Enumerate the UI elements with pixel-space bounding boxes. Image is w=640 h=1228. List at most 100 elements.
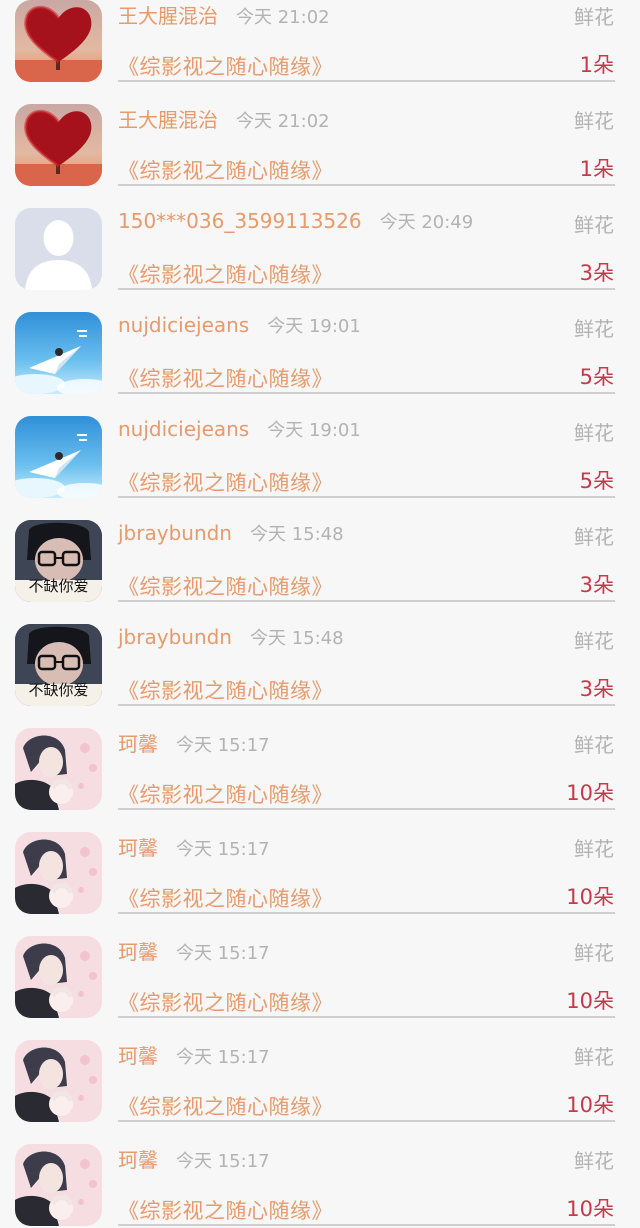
timestamp: 今天 15:17 (176, 839, 270, 860)
gift-type: 鲜花 (574, 5, 614, 29)
username-line[interactable]: jbraybundn 今天 15:48 (118, 624, 344, 650)
user-avatar[interactable] (15, 832, 102, 914)
gift-record-row[interactable]: 不缺你爱 jbraybundn 今天 15:48 鲜花 《综影视之随心随缘》 3朵 (0, 604, 640, 708)
gift-type: 鲜花 (574, 1045, 614, 1069)
gift-amount: 5朵 (579, 469, 614, 493)
book-title-link[interactable]: 《综影视之随心随缘》 (118, 675, 333, 705)
gift-record-row[interactable]: nujdiciejeans 今天 19:01 鲜花 《综影视之随心随缘》 5朵 (0, 292, 640, 396)
paper-plane-avatar-art (15, 416, 102, 498)
row-divider (118, 1224, 615, 1226)
username-line[interactable]: 珂馨 今天 15:17 (118, 832, 270, 861)
username[interactable]: 珂馨 (118, 836, 158, 860)
heart-tree-avatar-art (15, 104, 102, 186)
username-line[interactable]: nujdiciejeans 今天 19:01 (118, 312, 361, 338)
gift-type: 鲜花 (574, 733, 614, 757)
username-line[interactable]: 珂馨 今天 15:17 (118, 936, 270, 965)
avatar-caption: 不缺你爱 (28, 681, 89, 699)
row-divider (118, 808, 615, 810)
book-title-link[interactable]: 《综影视之随心随缘》 (118, 779, 333, 809)
user-avatar[interactable] (15, 936, 102, 1018)
username-line[interactable]: 王大腥混治 今天 21:02 (118, 104, 330, 133)
username-line[interactable]: nujdiciejeans 今天 19:01 (118, 416, 361, 442)
gift-record-row[interactable]: 150***036_3599113526 今天 20:49 鲜花 《综影视之随心随… (0, 188, 640, 292)
username[interactable]: jbraybundn (118, 521, 232, 545)
user-avatar[interactable] (15, 0, 102, 82)
gift-record-row[interactable]: nujdiciejeans 今天 19:01 鲜花 《综影视之随心随缘》 5朵 (0, 396, 640, 500)
timestamp: 今天 15:48 (249, 524, 344, 545)
username-line[interactable]: 珂馨 今天 15:17 (118, 1144, 270, 1173)
timestamp: 今天 15:17 (176, 735, 270, 756)
book-title-link[interactable]: 《综影视之随心随缘》 (118, 1091, 333, 1121)
user-avatar[interactable] (15, 1144, 102, 1226)
username[interactable]: 珂馨 (118, 1148, 158, 1172)
anime-couple-avatar-art (15, 936, 102, 1018)
book-title-link[interactable]: 《综影视之随心随缘》 (118, 987, 333, 1017)
gift-record-row[interactable]: 珂馨 今天 15:17 鲜花 《综影视之随心随缘》 10朵 (0, 1124, 640, 1228)
timestamp: 今天 15:48 (249, 628, 344, 649)
row-divider (118, 600, 615, 602)
username[interactable]: 珂馨 (118, 1044, 158, 1068)
user-avatar[interactable]: 不缺你爱 (15, 624, 102, 706)
username[interactable]: nujdiciejeans (118, 417, 249, 441)
username[interactable]: 王大腥混治 (118, 4, 218, 28)
username-line[interactable]: 150***036_3599113526 今天 20:49 (118, 208, 473, 234)
username-line[interactable]: 珂馨 今天 15:17 (118, 1040, 270, 1069)
anime-couple-avatar-art (15, 832, 102, 914)
row-divider (118, 288, 615, 290)
book-title-link[interactable]: 《综影视之随心随缘》 (118, 51, 333, 81)
user-avatar[interactable] (15, 208, 102, 290)
anime-couple-avatar-art (15, 728, 102, 810)
timestamp: 今天 21:02 (236, 7, 330, 28)
username[interactable]: 珂馨 (118, 732, 158, 756)
gift-type: 鲜花 (574, 941, 614, 965)
gift-record-row[interactable]: 珂馨 今天 15:17 鲜花 《综影视之随心随缘》 10朵 (0, 1020, 640, 1124)
row-divider (118, 912, 615, 914)
username[interactable]: nujdiciejeans (118, 313, 249, 337)
gift-amount: 10朵 (566, 989, 614, 1013)
row-divider (118, 392, 615, 394)
username-line[interactable]: 珂馨 今天 15:17 (118, 728, 270, 757)
username[interactable]: 150***036_3599113526 (118, 209, 362, 233)
gift-amount: 10朵 (566, 1093, 614, 1117)
gift-amount: 3朵 (579, 677, 614, 701)
book-title-link[interactable]: 《综影视之随心随缘》 (118, 467, 333, 497)
book-title-link[interactable]: 《综影视之随心随缘》 (118, 571, 333, 601)
username[interactable]: 王大腥混治 (118, 108, 218, 132)
row-divider (118, 704, 615, 706)
gift-record-row[interactable]: 珂馨 今天 15:17 鲜花 《综影视之随心随缘》 10朵 (0, 916, 640, 1020)
user-avatar[interactable] (15, 104, 102, 186)
username[interactable]: jbraybundn (118, 625, 232, 649)
book-title-link[interactable]: 《综影视之随心随缘》 (118, 155, 333, 185)
user-avatar[interactable] (15, 728, 102, 810)
paper-plane-avatar-art (15, 312, 102, 394)
gift-type: 鲜花 (574, 421, 614, 445)
timestamp: 今天 19:01 (267, 316, 361, 337)
user-avatar[interactable] (15, 416, 102, 498)
user-avatar[interactable]: 不缺你爱 (15, 520, 102, 602)
gift-type: 鲜花 (574, 525, 614, 549)
gift-type: 鲜花 (574, 1149, 614, 1173)
gift-record-row[interactable]: 珂馨 今天 15:17 鲜花 《综影视之随心随缘》 10朵 (0, 812, 640, 916)
user-avatar[interactable] (15, 312, 102, 394)
gift-record-row[interactable]: 王大腥混治 今天 21:02 鲜花 《综影视之随心随缘》 1朵 (0, 0, 640, 84)
timestamp: 今天 15:17 (176, 1151, 270, 1172)
row-divider (118, 1016, 615, 1018)
gift-record-row[interactable]: 珂馨 今天 15:17 鲜花 《综影视之随心随缘》 10朵 (0, 708, 640, 812)
book-title-link[interactable]: 《综影视之随心随缘》 (118, 883, 333, 913)
gift-type: 鲜花 (574, 109, 614, 133)
user-avatar[interactable] (15, 1040, 102, 1122)
username-line[interactable]: 王大腥混治 今天 21:02 (118, 0, 330, 29)
book-title-link[interactable]: 《综影视之随心随缘》 (118, 363, 333, 393)
gift-list: 王大腥混治 今天 21:02 鲜花 《综影视之随心随缘》 1朵 王大腥混治 今天 2… (0, 0, 640, 1228)
gift-record-row[interactable]: 不缺你爱 jbraybundn 今天 15:48 鲜花 《综影视之随心随缘》 3朵 (0, 500, 640, 604)
timestamp: 今天 15:17 (176, 943, 270, 964)
gift-amount: 3朵 (579, 261, 614, 285)
gift-record-row[interactable]: 王大腥混治 今天 21:02 鲜花 《综影视之随心随缘》 1朵 (0, 84, 640, 188)
gift-type: 鲜花 (574, 317, 614, 341)
username[interactable]: 珂馨 (118, 940, 158, 964)
book-title-link[interactable]: 《综影视之随心随缘》 (118, 259, 333, 289)
username-line[interactable]: jbraybundn 今天 15:48 (118, 520, 344, 546)
row-divider (118, 496, 615, 498)
heart-tree-avatar-art (15, 0, 102, 82)
anime-couple-avatar-art (15, 1144, 102, 1226)
